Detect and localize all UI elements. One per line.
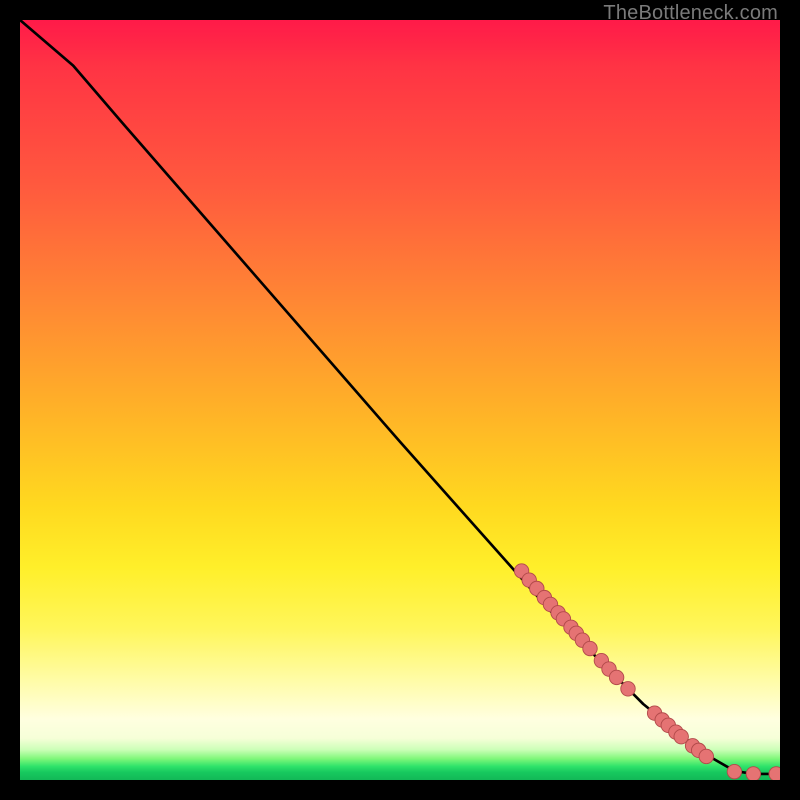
gradient-backdrop	[20, 20, 780, 780]
chart-stage: TheBottleneck.com	[0, 0, 800, 800]
plot-area	[20, 20, 780, 780]
